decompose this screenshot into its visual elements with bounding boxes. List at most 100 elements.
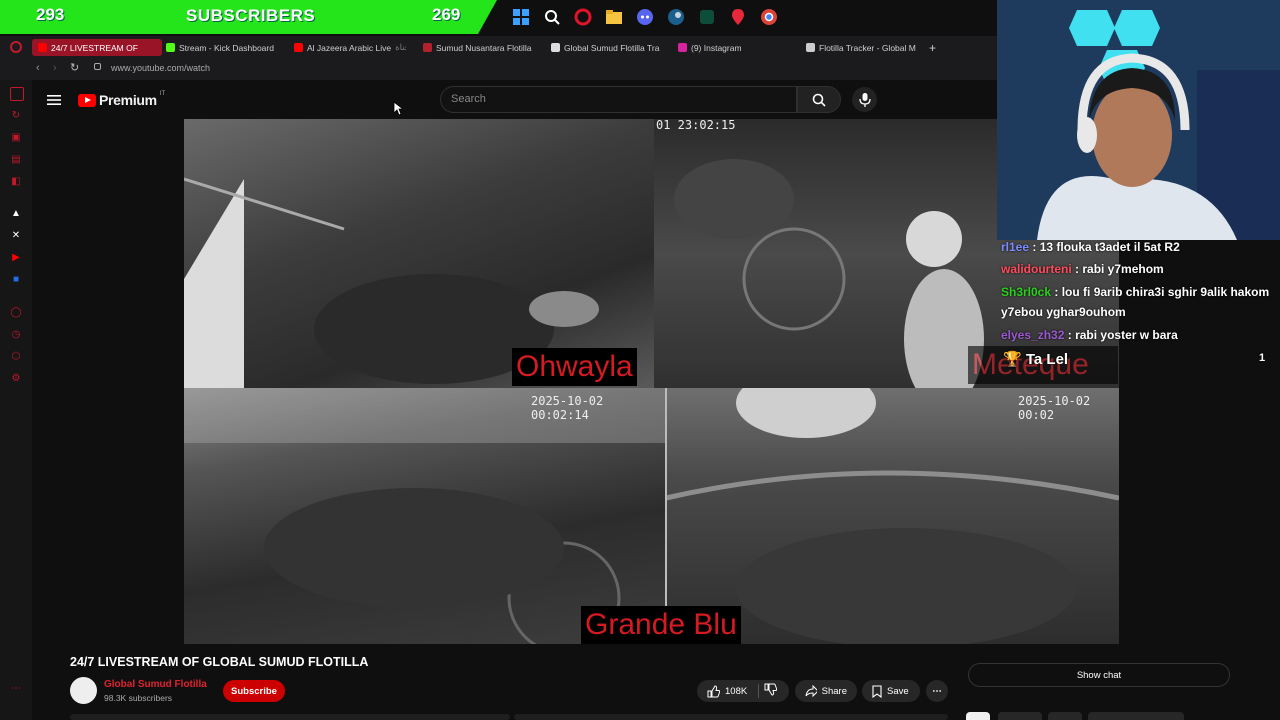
filter-chip[interactable] bbox=[1048, 712, 1082, 720]
search-icon[interactable] bbox=[541, 6, 563, 28]
map-pin-icon[interactable] bbox=[727, 6, 749, 28]
chat-text: 13 flouka t3adet il 5at R2 bbox=[1039, 240, 1180, 254]
filter-chip[interactable] bbox=[1088, 712, 1184, 720]
tab-label: Al Jazeera Arabic Live bbox=[307, 42, 392, 53]
discord-icon[interactable] bbox=[634, 6, 656, 28]
chat-text: lou fi 9arib chira3i sghir 9alik hakom bbox=[1061, 285, 1270, 299]
opera-icon[interactable] bbox=[572, 6, 594, 28]
chat-text: rabi yoster w bara bbox=[1075, 328, 1178, 342]
tab-label-suffix: قناة bbox=[395, 42, 406, 52]
sidebar-bluesky-icon[interactable]: ■ bbox=[10, 273, 22, 285]
like-button[interactable]: 108K bbox=[707, 684, 747, 698]
save-button[interactable]: Save bbox=[862, 680, 920, 702]
sidebar-bag-icon[interactable]: ▣ bbox=[10, 131, 22, 143]
kick-favicon-icon bbox=[166, 43, 175, 52]
dislike-button[interactable] bbox=[764, 683, 778, 699]
sidebar-chat-icon[interactable]: ▤ bbox=[10, 153, 22, 165]
forward-icon[interactable]: › bbox=[53, 62, 57, 74]
camera-timestamp: 2025-10-02 00:02 bbox=[1018, 394, 1091, 422]
youtube-region: IT bbox=[159, 91, 166, 97]
chat-username: rl1ee bbox=[1001, 240, 1030, 254]
youtube-play-icon bbox=[78, 93, 96, 107]
comment-input[interactable] bbox=[70, 714, 510, 720]
sidebar-youtube-icon[interactable]: ▶ bbox=[10, 251, 22, 263]
subscriber-count-right: 269 bbox=[432, 5, 461, 24]
share-button[interactable]: Share bbox=[795, 680, 857, 702]
more-icon: ⋯ bbox=[932, 685, 942, 697]
microphone-icon bbox=[858, 92, 871, 107]
tab-sumud-nusantara[interactable]: Sumud Nusantara Flotilla bbox=[423, 39, 541, 56]
more-actions-button[interactable]: ⋯ bbox=[926, 680, 948, 702]
browser-sidebar: ↻ ▣ ▤ ◧ ▲ ✕ ▶ ■ ◯ ◷ ⬡ ⚙ ⋯ bbox=[0, 80, 32, 720]
save-label: Save bbox=[887, 685, 909, 697]
video-player[interactable]: 01 23:02:15 2025-10-02 00:02:14 2025-10-… bbox=[184, 119, 1119, 644]
tab-label: Global Sumud Flotilla Tra bbox=[564, 42, 660, 53]
opera-logo-icon bbox=[10, 41, 22, 53]
sidebar-home-icon[interactable] bbox=[10, 87, 24, 101]
pinned-text: Ta Lel bbox=[1025, 351, 1069, 368]
taskbar bbox=[510, 3, 780, 31]
tab-livestream[interactable]: 24/7 LIVESTREAM OF bbox=[32, 39, 162, 56]
channel-name[interactable]: Global Sumud Flotilla bbox=[104, 679, 207, 690]
tab-instagram[interactable]: (9) Instagram bbox=[678, 39, 788, 56]
show-chat-button[interactable]: Show chat bbox=[968, 663, 1230, 687]
tab-flotilla-tracker[interactable]: Flotilla Tracker - Global M bbox=[806, 39, 918, 56]
folder-icon[interactable] bbox=[603, 6, 625, 28]
steam-icon[interactable] bbox=[665, 6, 687, 28]
chat-message: elyes_zh32 : rabi yoster w bara bbox=[1001, 328, 1178, 342]
tab-kick-dashboard[interactable]: Stream - Kick Dashboard bbox=[166, 39, 284, 56]
mouse-cursor-icon bbox=[393, 101, 403, 116]
video-title: 24/7 LIVESTREAM OF GLOBAL SUMUD FLOTILLA bbox=[70, 655, 369, 669]
windows-icon[interactable] bbox=[510, 6, 532, 28]
filter-chip[interactable] bbox=[998, 712, 1042, 720]
sidebar-more-icon[interactable]: ⋯ bbox=[10, 682, 22, 694]
channel-avatar[interactable] bbox=[70, 677, 97, 704]
sidebar-messenger-icon[interactable]: ◧ bbox=[10, 175, 22, 187]
filter-chip-all[interactable] bbox=[966, 712, 990, 720]
chat-username: Sh3rl0ck bbox=[1001, 285, 1052, 299]
pinned-message: 🏆 Ta Lel bbox=[1003, 350, 1068, 368]
tab-al-jazeera[interactable]: Al Jazeera Arabic Live قناة bbox=[294, 39, 406, 56]
reload-icon[interactable]: ↻ bbox=[70, 61, 79, 74]
boat-label: Grande Blu bbox=[581, 606, 741, 644]
chat-username: elyes_zh32 bbox=[1001, 328, 1065, 342]
new-tab-button[interactable]: + bbox=[929, 39, 941, 56]
camera-timestamp: 2025-10-02 00:02:14 bbox=[531, 394, 604, 422]
description-box[interactable] bbox=[514, 714, 948, 720]
boat-label: Ohwayla bbox=[512, 348, 637, 386]
sidebar-arc-icon[interactable]: ▲ bbox=[10, 207, 22, 219]
lock-icon bbox=[94, 63, 101, 70]
chat-username: walidourteni bbox=[1001, 262, 1072, 276]
share-icon bbox=[805, 685, 817, 697]
subscriber-label: SUBSCRIBERS bbox=[186, 6, 316, 25]
youtube-favicon-icon bbox=[38, 43, 47, 52]
url-field[interactable]: www.youtube.com/watch bbox=[111, 63, 210, 73]
youtube-logo[interactable]: Premium IT bbox=[78, 91, 166, 108]
chat-message: walidourteni : rabi y7mehom bbox=[1001, 262, 1164, 276]
search-icon bbox=[812, 93, 826, 107]
search-input[interactable]: Search bbox=[440, 86, 797, 113]
chrome-icon[interactable] bbox=[758, 6, 780, 28]
share-label: Share bbox=[821, 685, 847, 697]
app-icon[interactable] bbox=[696, 6, 718, 28]
chat-message: Sh3rl0ck : lou fi 9arib chira3i sghir 9a… bbox=[1001, 285, 1270, 299]
tab-label: Stream - Kick Dashboard bbox=[179, 42, 274, 53]
sidebar-settings-icon[interactable]: ⚙ bbox=[10, 372, 22, 384]
sidebar-history-icon[interactable]: ↻ bbox=[10, 109, 22, 121]
chat-message: rl1ee : 13 flouka t3adet il 5at R2 bbox=[1001, 240, 1180, 254]
instagram-favicon-icon bbox=[678, 43, 687, 52]
tab-global-sumud-tracker[interactable]: Global Sumud Flotilla Tra bbox=[551, 39, 663, 56]
sidebar-x-icon[interactable]: ✕ bbox=[10, 229, 22, 241]
site-favicon-icon bbox=[551, 43, 560, 52]
sidebar-circle-icon[interactable]: ◯ bbox=[10, 306, 22, 318]
menu-icon[interactable] bbox=[47, 93, 61, 107]
subscribe-button[interactable]: Subscribe bbox=[223, 680, 285, 702]
back-icon[interactable]: ‹ bbox=[36, 62, 40, 74]
chat-text: rabi y7mehom bbox=[1082, 262, 1164, 276]
search-button[interactable] bbox=[797, 86, 841, 113]
voice-search-button[interactable] bbox=[852, 87, 877, 112]
sidebar-cube-icon[interactable]: ⬡ bbox=[10, 350, 22, 362]
divider bbox=[758, 684, 760, 698]
sidebar-clock-icon[interactable]: ◷ bbox=[10, 328, 22, 340]
youtube-logo-text: Premium bbox=[99, 92, 157, 108]
